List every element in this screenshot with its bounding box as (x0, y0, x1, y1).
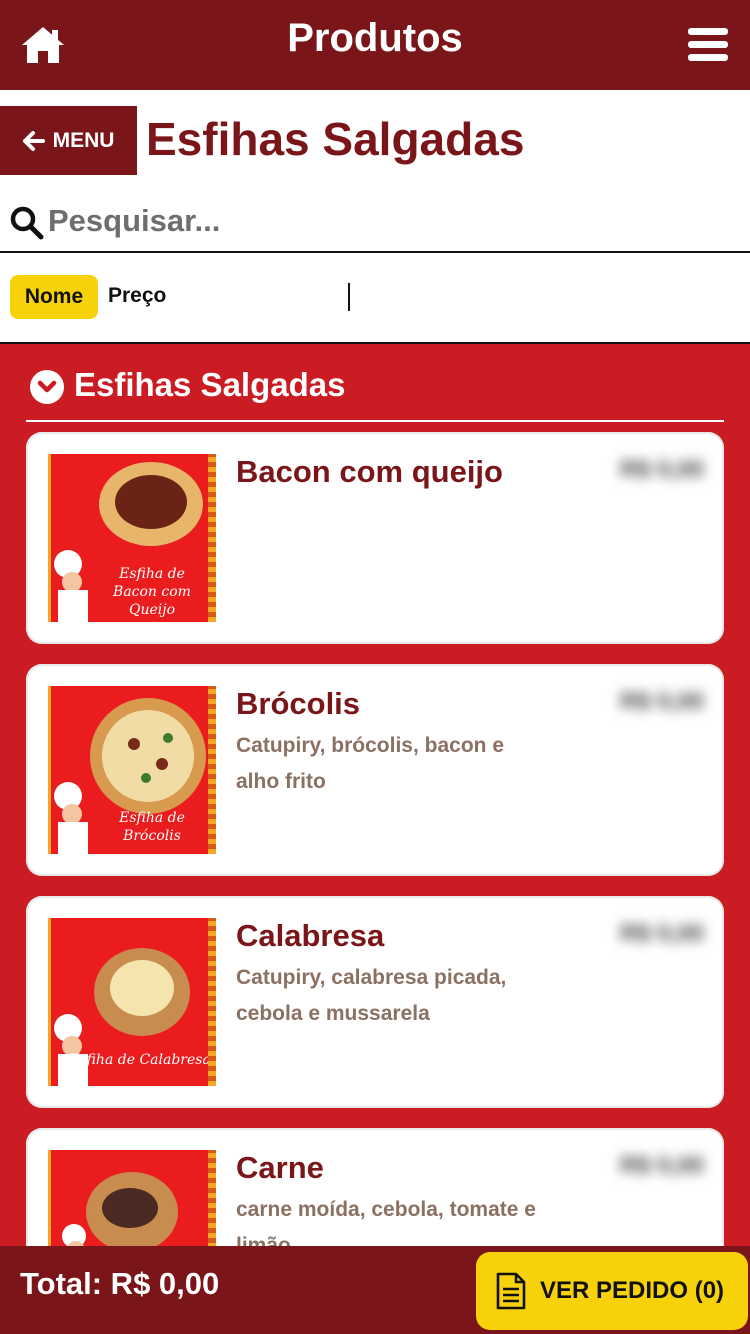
product-price: R$ 0,00 (619, 688, 704, 715)
product-price: R$ 0,00 (619, 920, 704, 947)
svg-text:Esfiha de: Esfiha de (118, 566, 185, 582)
search-bar (0, 190, 750, 253)
search-icon (10, 206, 44, 240)
sort-options: Nome Preço (0, 253, 750, 344)
product-image: Esfiha de Calabresa (48, 918, 216, 1086)
product-image: Esfiha de Brócolis (48, 686, 216, 854)
back-button-label: MENU (52, 128, 115, 152)
product-description: Catupiry, calabresa picada, cebola e mus… (236, 966, 507, 1025)
product-description: Catupiry, brócolis, bacon e alho frito (236, 734, 504, 793)
hamburger-menu-button[interactable] (688, 28, 728, 64)
product-name: Carne (236, 1150, 324, 1185)
product-name: Brócolis (236, 686, 361, 721)
back-to-menu-button[interactable]: MENU (0, 106, 137, 175)
product-card[interactable]: Esfiha de Bacon com Queijo Bacon com que… (26, 432, 724, 644)
order-total: Total: R$ 0,00 (20, 1266, 220, 1301)
product-list-area[interactable]: Esfihas Salgadas Esfiha de Bacon com Que… (0, 344, 750, 1334)
sort-by-price-button[interactable]: Preço (108, 284, 166, 308)
sort-by-name-button[interactable]: Nome (10, 275, 98, 319)
product-price: R$ 0,00 (619, 1152, 704, 1179)
product-card[interactable]: Esfiha de Brócolis Brócolis Catupiry, br… (26, 664, 724, 876)
arrow-left-icon (22, 130, 45, 151)
view-order-label: VER PEDIDO (0) (540, 1277, 725, 1304)
document-icon (496, 1272, 526, 1310)
svg-text:Queijo: Queijo (129, 602, 175, 618)
category-title: Esfihas Salgadas (146, 113, 525, 165)
search-input[interactable] (48, 196, 728, 246)
svg-text:Esfiha de Calabresa: Esfiha de Calabresa (68, 1052, 211, 1068)
product-image: Esfiha de Bacon com Queijo (48, 454, 216, 622)
section-title: Esfihas Salgadas (74, 366, 346, 403)
svg-text:Bacon com: Bacon com (112, 584, 191, 600)
page-title: Produtos (287, 16, 463, 60)
product-card[interactable]: Esfiha de Calabresa Calabresa Catupiry, … (26, 896, 724, 1108)
svg-text:Brócolis: Brócolis (122, 828, 181, 844)
top-bar: Produtos (0, 0, 750, 90)
svg-text:Esfiha de: Esfiha de (118, 810, 185, 826)
bottom-bar: Total: R$ 0,00 VER PEDIDO (0) (0, 1246, 750, 1334)
hamburger-menu-icon (688, 28, 728, 61)
sort-divider (348, 283, 350, 311)
product-name: Calabresa (236, 918, 385, 953)
product-name: Bacon com queijo (236, 454, 503, 489)
chevron-down-icon (30, 370, 64, 404)
view-order-button[interactable]: VER PEDIDO (0) (476, 1252, 748, 1330)
product-price: R$ 0,00 (619, 456, 704, 483)
section-header[interactable]: Esfihas Salgadas (26, 366, 724, 422)
